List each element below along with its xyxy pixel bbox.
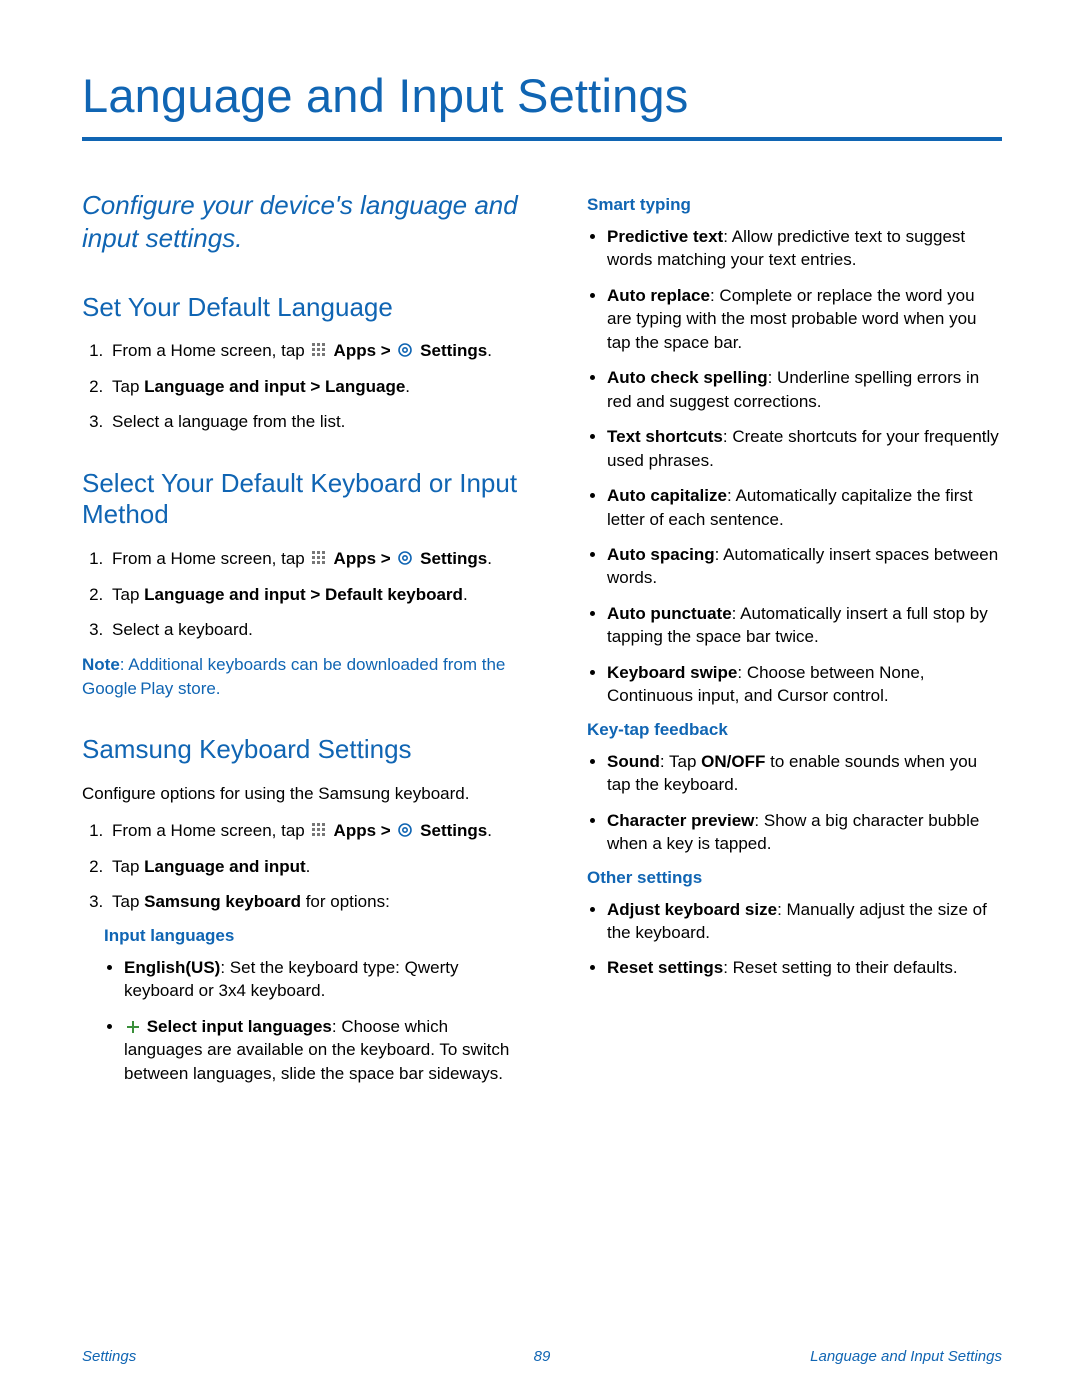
apps-icon bbox=[311, 822, 327, 838]
note-lead: Note bbox=[82, 655, 120, 674]
bullet-bold: Text shortcuts bbox=[607, 427, 723, 446]
bullet-bold: Predictive text bbox=[607, 227, 723, 246]
list-item: English(US): Set the keyboard type: Qwer… bbox=[124, 956, 519, 1003]
list-item: Tap Language and input > Language. bbox=[108, 375, 519, 398]
bullet-bold: Auto capitalize bbox=[607, 486, 727, 505]
list-item: Auto punctuate: Automatically insert a f… bbox=[607, 602, 1002, 649]
step-text: Tap bbox=[112, 377, 144, 396]
step-text: Tap bbox=[112, 857, 144, 876]
subhead-other-settings: Other settings bbox=[587, 868, 1002, 888]
bullet-bold: Reset settings bbox=[607, 958, 723, 977]
list-item: From a Home screen, tap Apps > Settings. bbox=[108, 339, 519, 362]
list-item: Predictive text: Allow predictive text t… bbox=[607, 225, 1002, 272]
subhead-keytap-feedback: Key-tap feedback bbox=[587, 720, 1002, 740]
bullet-bold: ON/OFF bbox=[701, 752, 765, 771]
step-bold: Language and input > Default keyboard bbox=[144, 585, 463, 604]
list-item: From a Home screen, tap Apps > Settings. bbox=[108, 547, 519, 570]
bullet-bold: Auto check spelling bbox=[607, 368, 768, 387]
list-item: Select a language from the list. bbox=[108, 410, 519, 433]
list-item: Sound: Tap ON/OFF to enable sounds when … bbox=[607, 750, 1002, 797]
settings-label: Settings bbox=[415, 549, 487, 568]
bullet-bold: Select input languages bbox=[142, 1017, 332, 1036]
step-bold: Language and input > Language bbox=[144, 377, 405, 396]
apps-label: Apps > bbox=[329, 821, 395, 840]
bullet-bold: Auto replace bbox=[607, 286, 710, 305]
list-item: Tap Samsung keyboard for options: bbox=[108, 890, 519, 913]
bullet-bold: Adjust keyboard size bbox=[607, 900, 777, 919]
step-text: . bbox=[463, 585, 468, 604]
list-item: Keyboard swipe: Choose between None, Con… bbox=[607, 661, 1002, 708]
gear-icon bbox=[397, 342, 413, 358]
list-item: Tap Language and input > Default keyboar… bbox=[108, 583, 519, 606]
list-item: From a Home screen, tap Apps > Settings. bbox=[108, 819, 519, 842]
section-intro: Configure options for using the Samsung … bbox=[82, 782, 519, 805]
step-text: Tap bbox=[112, 585, 144, 604]
plus-icon bbox=[126, 1020, 140, 1034]
bullet-bold: Auto spacing bbox=[607, 545, 715, 564]
section-set-default-language: Set Your Default Language From a Home sc… bbox=[82, 292, 519, 434]
section-samsung-keyboard: Samsung Keyboard Settings Configure opti… bbox=[82, 734, 519, 1085]
list-item: Adjust keyboard size: Manually adjust th… bbox=[607, 898, 1002, 945]
list-item: Select input languages: Choose which lan… bbox=[124, 1015, 519, 1085]
bullet-bold: Sound bbox=[607, 752, 660, 771]
list-item: Text shortcuts: Create shortcuts for you… bbox=[607, 425, 1002, 472]
bullet-bold: Keyboard swipe bbox=[607, 663, 737, 682]
list-item: Auto check spelling: Underline spelling … bbox=[607, 366, 1002, 413]
list-item: Character preview: Show a big character … bbox=[607, 809, 1002, 856]
step-text: . bbox=[405, 377, 410, 396]
note: Note: Additional keyboards can be downlo… bbox=[82, 653, 519, 700]
list-item: Auto spacing: Automatically insert space… bbox=[607, 543, 1002, 590]
subhead-input-languages: Input languages bbox=[104, 926, 519, 946]
page-footer: Settings 89 Language and Input Settings bbox=[82, 1348, 1002, 1365]
step-text: . bbox=[487, 549, 492, 568]
step-text: . bbox=[487, 341, 492, 360]
bullet-text: : Tap bbox=[660, 752, 701, 771]
list-item: Auto capitalize: Automatically capitaliz… bbox=[607, 484, 1002, 531]
heading-select-default-keyboard: Select Your Default Keyboard or Input Me… bbox=[82, 468, 519, 531]
gear-icon bbox=[397, 822, 413, 838]
gear-icon bbox=[397, 550, 413, 566]
note-body: : Additional keyboards can be downloaded… bbox=[82, 655, 505, 697]
step-bold: Language and input bbox=[144, 857, 306, 876]
list-item: Select a keyboard. bbox=[108, 618, 519, 641]
step-text: . bbox=[306, 857, 311, 876]
intro-text: Configure your device's language and inp… bbox=[82, 189, 519, 256]
settings-label: Settings bbox=[415, 821, 487, 840]
footer-page-number: 89 bbox=[82, 1348, 1002, 1365]
bullet-bold: Character preview bbox=[607, 811, 754, 830]
apps-icon bbox=[311, 342, 327, 358]
page-title: Language and Input Settings bbox=[82, 68, 1002, 123]
bullet-bold: Auto punctuate bbox=[607, 604, 732, 623]
step-bold: Samsung keyboard bbox=[144, 892, 301, 911]
title-rule bbox=[82, 137, 1002, 141]
settings-label: Settings bbox=[415, 341, 487, 360]
right-column: Smart typing Predictive text: Allow pred… bbox=[565, 189, 1002, 1119]
bullet-text: : Reset setting to their defaults. bbox=[723, 958, 957, 977]
bullet-bold: English(US) bbox=[124, 958, 220, 977]
apps-label: Apps > bbox=[329, 341, 395, 360]
heading-set-default-language: Set Your Default Language bbox=[82, 292, 519, 324]
section-select-default-keyboard: Select Your Default Keyboard or Input Me… bbox=[82, 468, 519, 701]
step-text: From a Home screen, tap bbox=[112, 341, 309, 360]
step-text: for options: bbox=[301, 892, 390, 911]
step-text: From a Home screen, tap bbox=[112, 549, 309, 568]
subhead-smart-typing: Smart typing bbox=[587, 195, 1002, 215]
list-item: Tap Language and input. bbox=[108, 855, 519, 878]
step-text: Tap bbox=[112, 892, 144, 911]
apps-icon bbox=[311, 550, 327, 566]
left-column: Configure your device's language and inp… bbox=[82, 189, 519, 1119]
list-item: Reset settings: Reset setting to their d… bbox=[607, 956, 1002, 979]
heading-samsung-keyboard: Samsung Keyboard Settings bbox=[82, 734, 519, 766]
step-text: . bbox=[487, 821, 492, 840]
list-item: Auto replace: Complete or replace the wo… bbox=[607, 284, 1002, 354]
step-text: From a Home screen, tap bbox=[112, 821, 309, 840]
apps-label: Apps > bbox=[329, 549, 395, 568]
